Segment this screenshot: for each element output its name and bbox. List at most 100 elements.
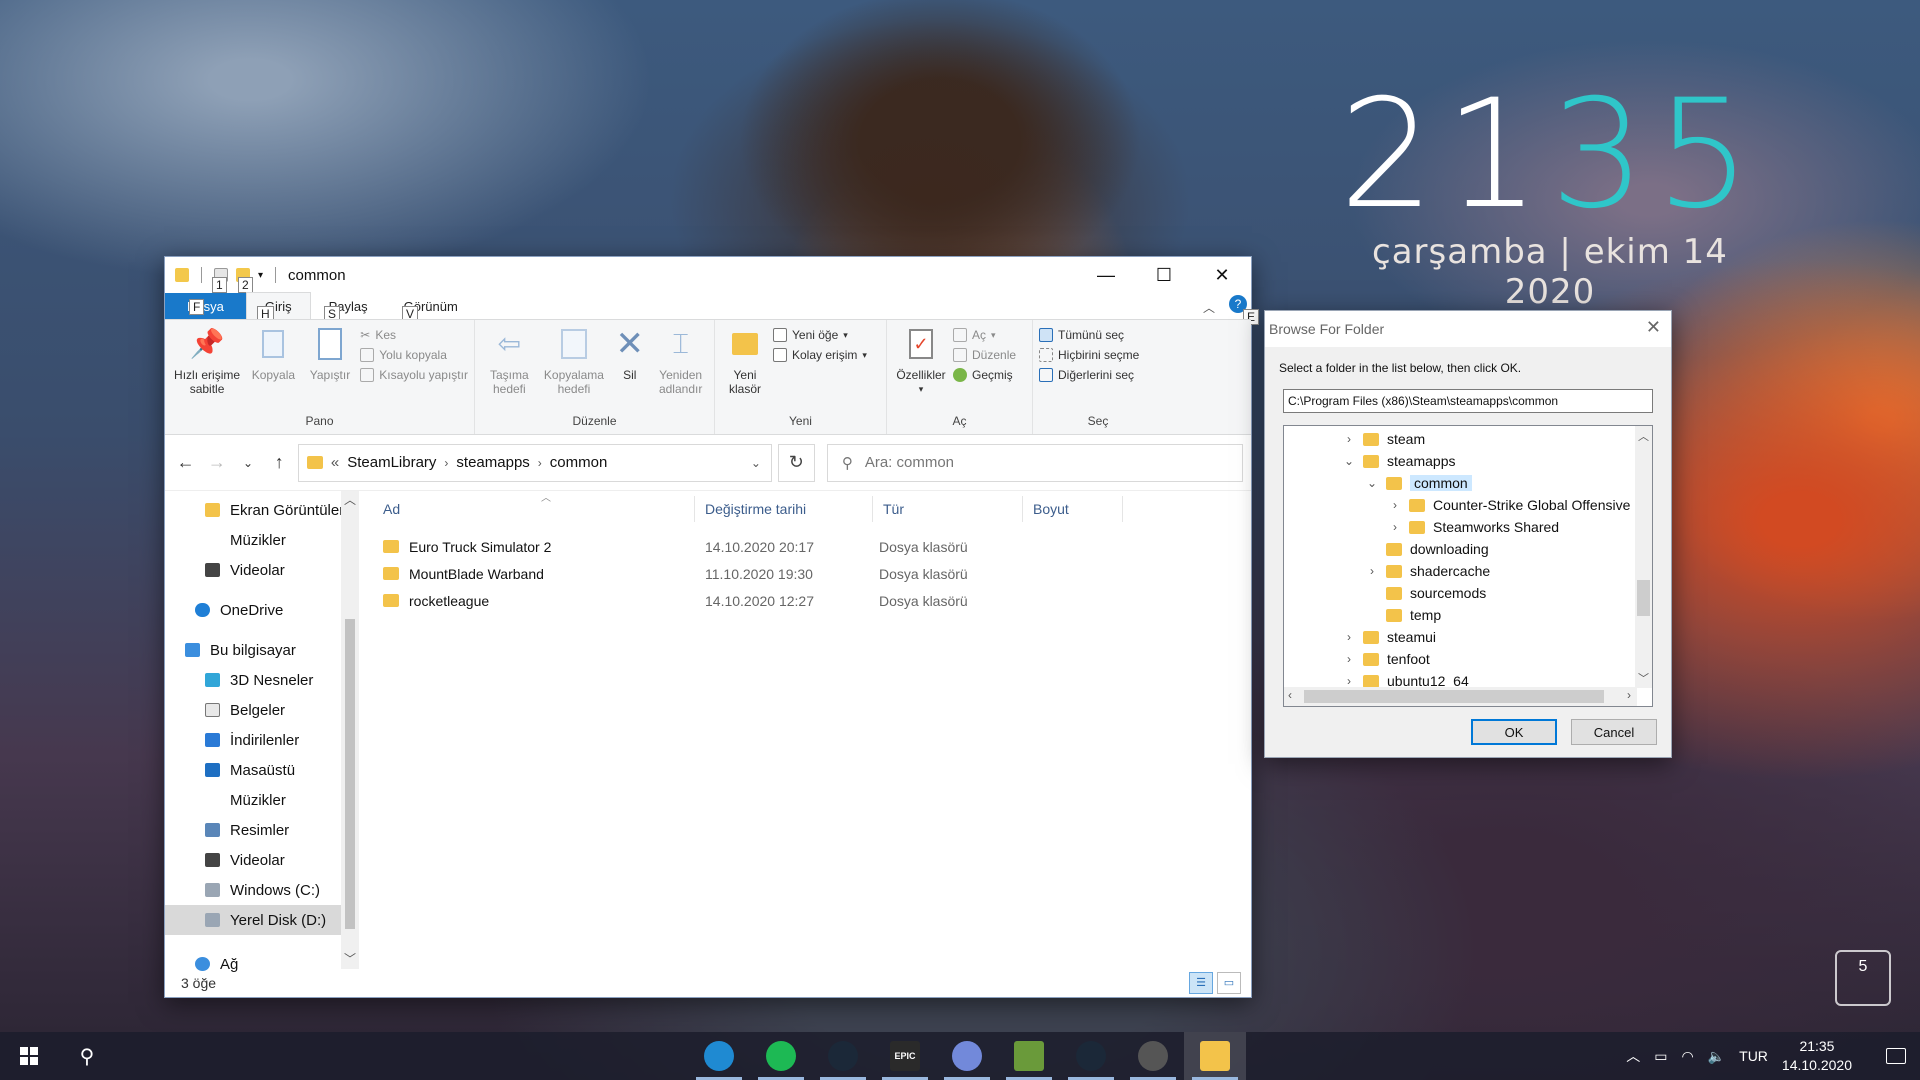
file-row[interactable]: MountBlade Warband 11.10.2020 19:30 Dosya … [373, 560, 1251, 587]
tree-horizontal-scrollbar[interactable]: ‹ › [1284, 687, 1637, 706]
nav-item[interactable]: Müzikler [165, 525, 359, 555]
expand-chevron-icon[interactable]: › [1366, 564, 1378, 578]
volume-icon[interactable]: 🔈 [1708, 1048, 1725, 1065]
taskbar-app-button[interactable] [1122, 1032, 1184, 1080]
breadcrumb-separator-icon[interactable]: › [444, 456, 448, 470]
column-header-modified[interactable]: Değiştirme tarihi [695, 496, 873, 522]
nav-item[interactable]: Resimler [165, 815, 359, 845]
file-list[interactable]: ︿ Ad Değiştirme tarihi Tür Boyut Euro Tr… [359, 491, 1251, 969]
scroll-right-icon[interactable]: › [1627, 688, 1631, 702]
ok-button[interactable]: OK [1471, 719, 1557, 745]
rename-button[interactable]: ⌶ Yeniden adlandır [653, 326, 708, 414]
tab-share[interactable]: Paylaş [311, 293, 386, 319]
tab-home[interactable]: Giriş [245, 292, 311, 319]
tree-node[interactable]: › tenfoot [1343, 648, 1430, 670]
file-row[interactable]: rocketleague 14.10.2020 12:27 Dosya klasör… [373, 587, 1251, 614]
expand-chevron-icon[interactable]: › [1343, 674, 1355, 688]
folder-path-field[interactable]: C:\Program Files (x86)\Steam\steamapps\c… [1283, 389, 1653, 413]
tab-file[interactable]: Dosya [165, 293, 246, 319]
large-icons-view-icon[interactable]: ▭ [1217, 972, 1241, 994]
taskbar-clock[interactable]: 21:35 14.10.2020 [1782, 1037, 1852, 1075]
navigation-pane[interactable]: Ekran Görüntüleri Müzikler Videolar OneDriv… [165, 491, 359, 973]
history-button[interactable]: Geçmiş [953, 368, 1016, 382]
browse-for-folder-dialog[interactable]: Browse For Folder ✕ Select a folder in t… [1264, 310, 1672, 758]
scroll-thumb[interactable] [1304, 690, 1604, 703]
file-explorer-window[interactable]: ▾ 1 2 common — ☐ ✕ Dosya Giriş Paylaş Gö… [164, 256, 1259, 998]
nav-item[interactable]: Ekran Görüntüleri [165, 495, 359, 525]
nav-item[interactable]: Windows (C:) [165, 875, 359, 905]
minimize-button[interactable]: — [1077, 257, 1135, 293]
breadcrumb-item[interactable]: common [550, 454, 608, 471]
nav-item[interactable]: Belgeler [165, 695, 359, 725]
scroll-thumb[interactable] [345, 619, 355, 929]
paste-button[interactable]: Yapıştır [304, 326, 357, 414]
breadcrumb-item[interactable]: steamapps [456, 454, 529, 471]
input-language[interactable]: TUR [1739, 1048, 1768, 1064]
notification-center-icon[interactable] [1886, 1048, 1906, 1064]
tree-node[interactable]: › steam [1343, 428, 1425, 450]
up-arrow-icon[interactable]: ↑ [267, 452, 292, 473]
pin-quick-access-button[interactable]: 📌 Hızlı erişime sabitle [171, 326, 243, 414]
copy-to-button[interactable]: Kopyalama hedefi [542, 326, 607, 414]
copy-button[interactable]: Kopyala [247, 326, 300, 414]
new-folder-button[interactable]: Yeni klasör [721, 326, 769, 414]
taskbar-app-button[interactable] [688, 1032, 750, 1080]
tree-node[interactable]: › steamui [1343, 626, 1436, 648]
show-hidden-icons-chevron-icon[interactable]: ︿ [1626, 1046, 1640, 1066]
column-header-size[interactable]: Boyut [1023, 496, 1123, 522]
scroll-down-icon[interactable]: ﹀ [1635, 670, 1652, 686]
expand-chevron-icon[interactable]: › [1343, 432, 1355, 446]
edit-button[interactable]: Düzenle [953, 348, 1016, 362]
refresh-button[interactable]: ↻ [777, 443, 815, 482]
properties-button[interactable]: ✓ Özellikler ▾ [893, 326, 949, 414]
folder-tree[interactable]: › steam ⌄ steamapps ⌄ common › Counter-Strike G… [1283, 425, 1653, 707]
scroll-down-icon[interactable]: ﹀ [341, 950, 359, 967]
taskbar-app-button[interactable] [1184, 1032, 1246, 1080]
nav-item[interactable]: Bu bilgisayar [165, 635, 359, 665]
tree-node[interactable]: sourcemods [1366, 582, 1486, 604]
taskbar-app-button[interactable]: EPIC [874, 1032, 936, 1080]
scroll-up-icon[interactable]: ︿ [1635, 428, 1652, 444]
cancel-button[interactable]: Cancel [1571, 719, 1657, 745]
start-button[interactable] [0, 1032, 58, 1080]
scroll-up-icon[interactable]: ︿ [341, 491, 359, 508]
tree-node[interactable]: › Steamworks Shared [1389, 516, 1559, 538]
tree-node[interactable]: downloading [1366, 538, 1489, 560]
nav-item[interactable]: Videolar [165, 845, 359, 875]
cut-button[interactable]: ✂ Kes [360, 328, 468, 342]
back-arrow-icon[interactable]: ← [173, 452, 198, 473]
search-input[interactable]: ⚲ Ara: common [826, 443, 1243, 482]
dialog-close-icon[interactable]: ✕ [1646, 317, 1661, 338]
nav-item[interactable]: OneDrive [165, 595, 359, 625]
tree-vertical-scrollbar[interactable]: ︿ ﹀ [1635, 426, 1652, 688]
tree-node[interactable]: › shadercache [1366, 560, 1490, 582]
forward-arrow-icon[interactable]: → [204, 452, 229, 473]
taskbar-app-button[interactable] [812, 1032, 874, 1080]
taskbar-app-button[interactable] [936, 1032, 998, 1080]
breadcrumb-separator-icon[interactable]: › [538, 456, 542, 470]
expand-chevron-icon[interactable]: › [1343, 630, 1355, 644]
search-icon[interactable]: ⚲ [58, 1044, 116, 1069]
delete-button[interactable]: ✕ Sil [610, 326, 649, 414]
maximize-button[interactable]: ☐ [1135, 257, 1193, 293]
taskbar-app-button[interactable] [750, 1032, 812, 1080]
open-button[interactable]: Aç ▾ [953, 328, 1016, 342]
file-row[interactable]: Euro Truck Simulator 2 14.10.2020 20:17 Do… [373, 533, 1251, 560]
select-all-button[interactable]: Tümünü seç [1039, 328, 1139, 342]
paste-shortcut-button[interactable]: Kısayolu yapıştır [360, 368, 468, 382]
nav-item[interactable]: İndirilenler [165, 725, 359, 755]
expand-chevron-icon[interactable]: › [1389, 498, 1401, 512]
invert-selection-button[interactable]: Diğerlerini seç [1039, 368, 1139, 382]
wifi-icon[interactable]: ◠ [1681, 1048, 1693, 1065]
title-bar[interactable]: ▾ 1 2 common — ☐ ✕ [165, 257, 1251, 293]
nav-item[interactable]: Yerel Disk (D:) [165, 905, 359, 935]
nav-item[interactable]: Müzikler [165, 785, 359, 815]
tab-view[interactable]: Görünüm [386, 293, 476, 319]
scroll-thumb[interactable] [1637, 580, 1650, 616]
expand-chevron-icon[interactable]: › [1343, 652, 1355, 666]
select-none-button[interactable]: Hiçbirini seçme [1039, 348, 1139, 362]
tree-node[interactable]: ⌄ common [1366, 472, 1472, 494]
tree-node[interactable]: › Counter-Strike Global Offensive [1389, 494, 1630, 516]
address-bar[interactable]: « SteamLibrary › steamapps › common ⌄ [297, 443, 772, 482]
expand-chevron-icon[interactable]: › [1389, 520, 1401, 534]
